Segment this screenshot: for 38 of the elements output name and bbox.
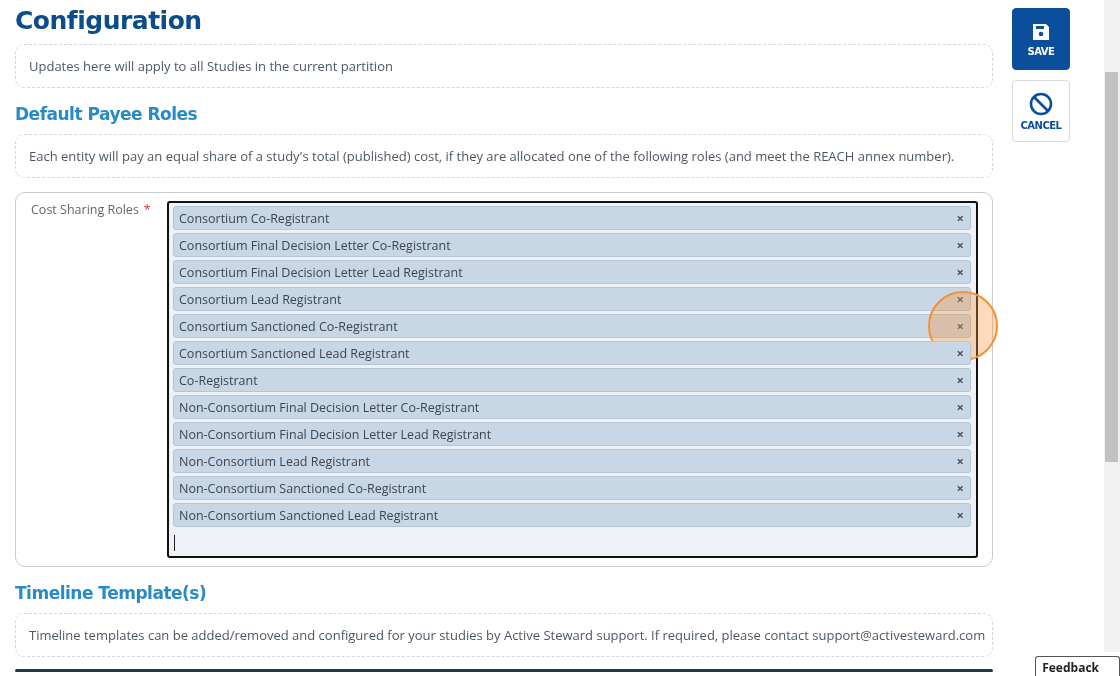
text-cursor [174, 535, 175, 551]
remove-button[interactable]: × [956, 452, 964, 470]
remove-button[interactable]: × [956, 344, 964, 362]
tag-label: Consortium Final Decision Letter Co-Registrant [179, 236, 451, 254]
tag-label: Consortium Co-Registrant [179, 209, 330, 227]
tag-label: Non-Consortium Final Decision Letter Lead Registrant [179, 425, 492, 443]
remove-button[interactable]: × [956, 425, 964, 443]
remove-button[interactable]: × [956, 479, 964, 497]
tag-label: Consortium Sanctioned Co-Registrant [179, 317, 398, 335]
tag-label: Non-Consortium Final Decision Letter Co-Registrant [179, 398, 480, 416]
section-heading: Default Payee Roles [15, 103, 199, 126]
section-description: Timeline templates can be added/removed and configured for your studies by Active Steward support. If required, please contact support@activesteward.com [15, 613, 993, 657]
remove-button[interactable]: × [956, 263, 964, 281]
remove-button[interactable]: × [956, 209, 964, 227]
notice: Updates here will apply to all Studies in the current partition [15, 44, 993, 88]
remove-button[interactable]: × [956, 317, 964, 335]
save-button[interactable]: SAVE [1012, 8, 1070, 70]
tag-label: Non-Consortium Lead Registrant [179, 452, 370, 470]
section-description: Each entity will pay an equal share of a study's total (published) cost, if they are allocated one of the following roles (and meet the REACH annex number). [15, 134, 993, 178]
remove-button[interactable]: × [956, 398, 964, 416]
cancel-button[interactable]: CANCEL [1012, 80, 1070, 142]
remove-button[interactable]: × [956, 506, 964, 524]
prohibited-icon [1029, 91, 1053, 116]
remove-button[interactable]: × [956, 290, 964, 308]
remove-button[interactable]: × [956, 236, 964, 254]
tag-label: Consortium Final Decision Letter Lead Registrant [179, 263, 463, 281]
page-title: Configuration [15, 5, 203, 37]
tag-label: Non-Consortium Sanctioned Co-Registrant [179, 479, 427, 497]
required-mark: * [143, 201, 151, 218]
feedback-tab[interactable]: Feedback [1035, 656, 1120, 676]
tag-label: Non-Consortium Sanctioned Lead Registrant [179, 506, 439, 524]
scrollbar[interactable] [1104, 0, 1120, 652]
section-heading: Timeline Template(s) [15, 582, 208, 605]
tag-label: Consortium Lead Registrant [179, 290, 342, 308]
field-label: Cost Sharing Roles [31, 201, 139, 218]
tag-label: Co-Registrant [179, 371, 258, 389]
tag-label: Consortium Sanctioned Lead Registrant [179, 344, 410, 362]
remove-button[interactable]: × [956, 371, 964, 389]
